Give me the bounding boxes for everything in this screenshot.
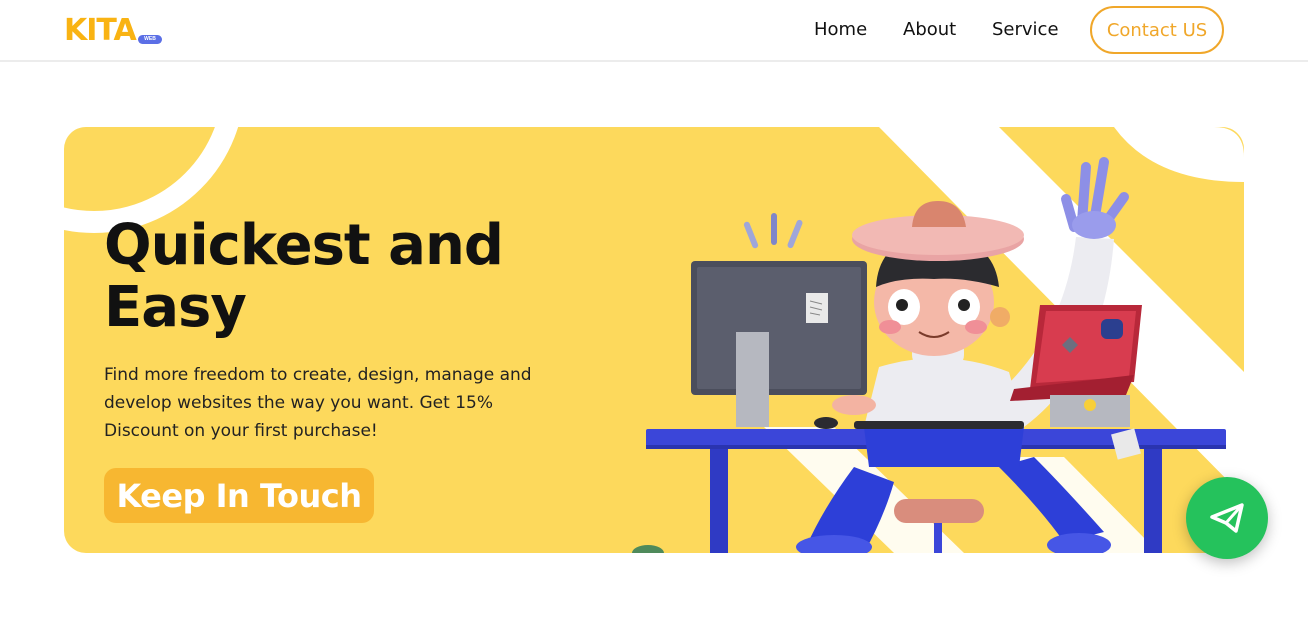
- nav-service[interactable]: Service: [992, 19, 1059, 40]
- hero-banner: Quickest and Easy Find more freedom to c…: [64, 127, 1244, 553]
- telegram-icon: [1210, 503, 1244, 533]
- brand-badge: WEB: [138, 35, 162, 44]
- brand-name: KITA: [64, 13, 137, 48]
- person-at-desk-illustration: [632, 157, 1226, 553]
- brand-logo[interactable]: KITA WEB: [64, 13, 162, 48]
- contact-us-button[interactable]: Contact US: [1090, 6, 1224, 54]
- nav-home[interactable]: Home: [814, 19, 867, 40]
- site-header: KITA WEB Home About Service Contact US: [0, 0, 1308, 62]
- telegram-chat-button[interactable]: [1186, 477, 1268, 559]
- nav-about[interactable]: About: [903, 19, 956, 40]
